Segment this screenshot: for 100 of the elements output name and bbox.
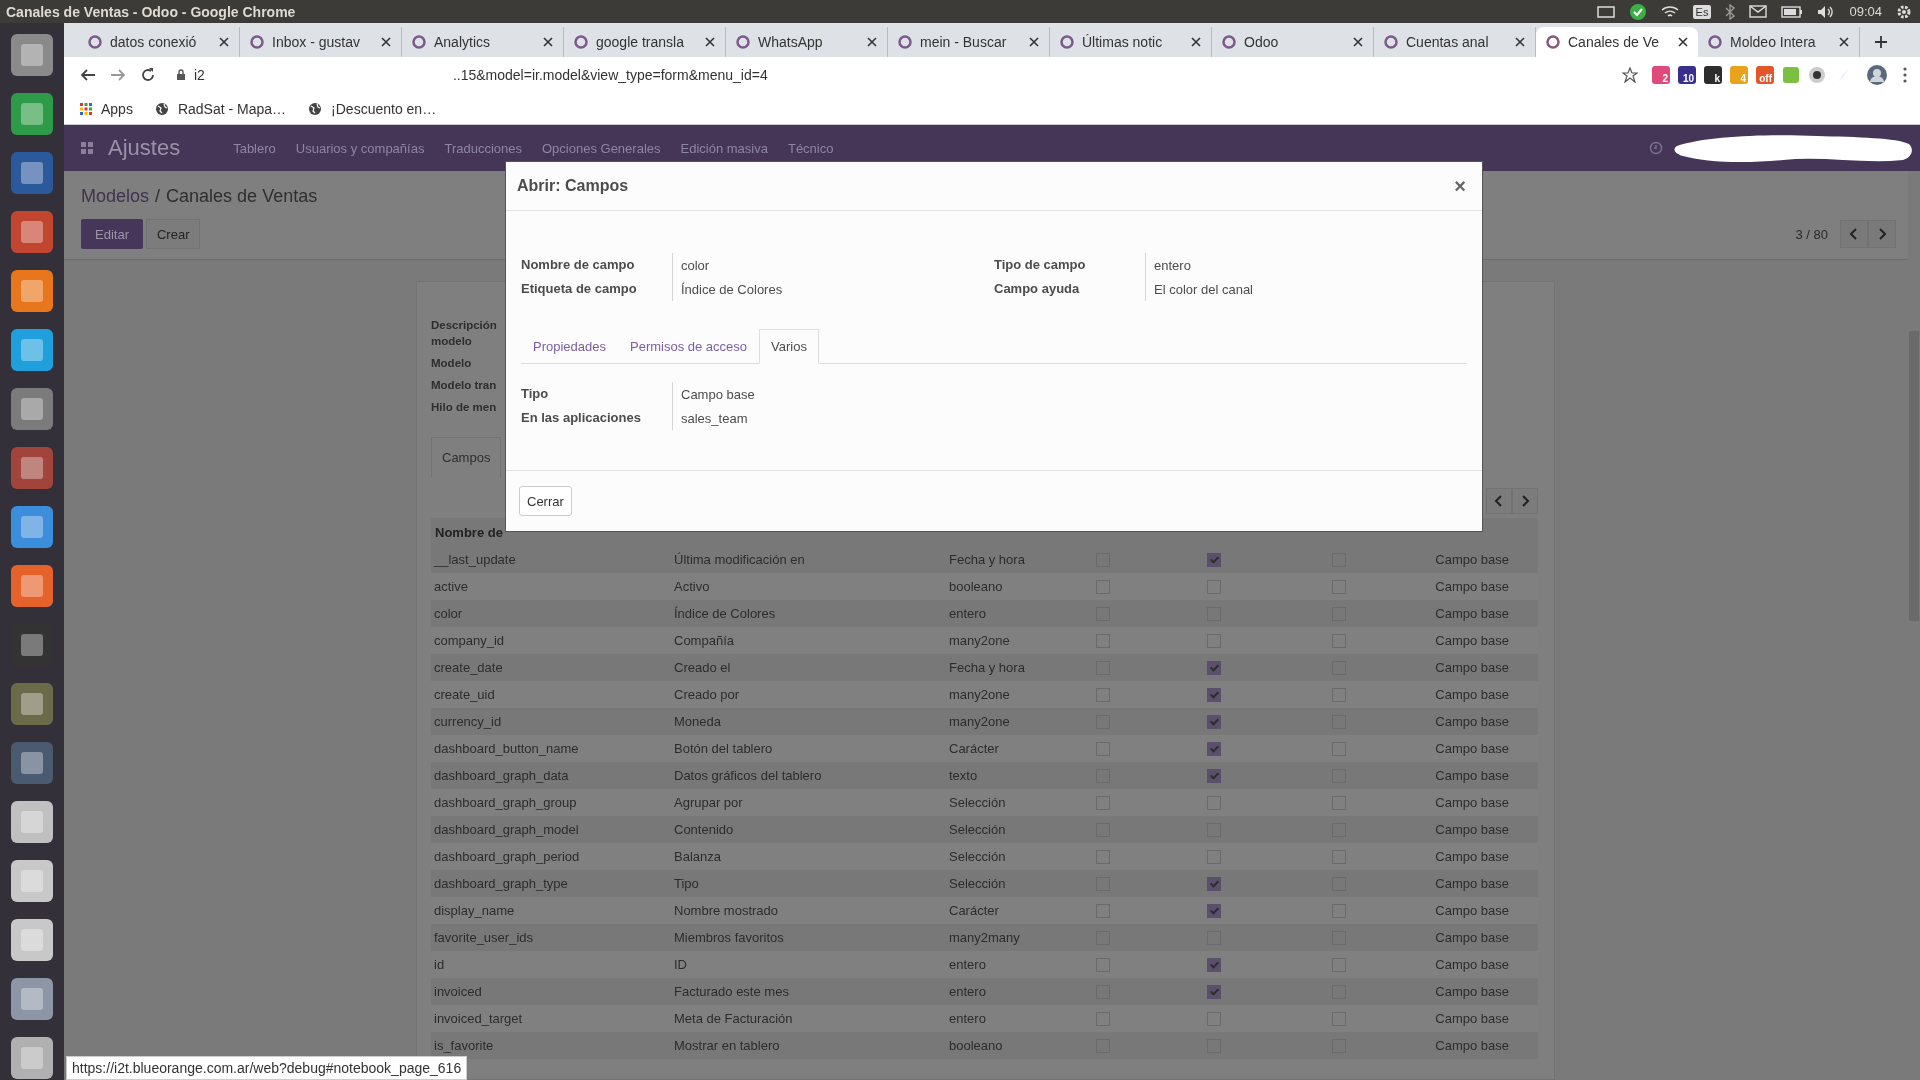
app-icon[interactable] [10, 800, 54, 844]
bookmark-link[interactable]: RadSat - Mapa… [154, 100, 287, 117]
close-icon[interactable] [543, 37, 553, 47]
next-record-button[interactable] [1868, 220, 1896, 248]
app-icon[interactable] [10, 918, 54, 962]
bluetooth-icon[interactable] [1725, 3, 1736, 20]
table-cell-text: Campo base [1434, 876, 1510, 891]
wifi-icon[interactable] [1660, 4, 1679, 19]
table-cell-text: entero [948, 1011, 987, 1026]
close-icon[interactable] [1353, 37, 1363, 47]
app-icon[interactable] [10, 682, 54, 726]
table-cell-text: Campo base [1434, 930, 1510, 945]
app-icon[interactable] [10, 977, 54, 1021]
checkbox[interactable] [1207, 876, 1221, 891]
new-tab-icon[interactable] [1874, 35, 1888, 49]
close-icon[interactable] [705, 37, 715, 47]
table-cell-text: dashboard_graph_period [433, 849, 581, 864]
app-icon[interactable] [10, 446, 54, 490]
close-icon[interactable] [1515, 37, 1525, 47]
table-cell-text: Campo base [1434, 579, 1510, 594]
close-icon[interactable] [219, 37, 229, 47]
table-cell-text: Moneda [673, 714, 722, 729]
tab-title: Moldeo Intera [1730, 34, 1817, 50]
extension-button[interactable]: 10 [1678, 66, 1696, 84]
edit-button[interactable]: Editar [81, 219, 143, 249]
table-cell-text: ID [673, 957, 688, 972]
field-value: Índice de Colores [680, 281, 783, 297]
battery-icon[interactable] [1781, 5, 1804, 18]
check-circle-icon[interactable] [1628, 2, 1647, 21]
extension-button[interactable]: off [1756, 66, 1774, 84]
scrollbar[interactable] [1908, 171, 1920, 1080]
forward-arrow-icon[interactable] [110, 67, 126, 83]
extension-button[interactable]: 2 [1652, 66, 1670, 84]
next-page-button[interactable] [1512, 488, 1538, 514]
bookmark-link[interactable]: ¡Descuento en… [308, 100, 437, 117]
field-label: Nombre de campo [521, 253, 673, 277]
dialog-tab[interactable]: Propiedades [521, 329, 618, 364]
app-icon[interactable] [10, 269, 54, 313]
keyboard-layout-indicator[interactable]: Es [1692, 4, 1712, 19]
table-cell-text: Tipo [673, 876, 700, 891]
extension-icon[interactable] [1808, 66, 1826, 84]
app-icon[interactable] [10, 505, 54, 549]
volume-icon[interactable] [1817, 4, 1836, 19]
checkbox[interactable] [1207, 687, 1221, 702]
table-cell-text: Campo base [1434, 1038, 1510, 1053]
close-icon[interactable] [381, 37, 391, 47]
close-button[interactable]: × [1452, 174, 1468, 198]
table-cell-text: is_favorite [433, 1038, 495, 1053]
app-icon[interactable] [10, 1036, 54, 1080]
breadcrumb-current: Canales de Ventas [166, 185, 318, 207]
checkbox[interactable] [1207, 552, 1221, 567]
browser-tab[interactable]: Canales de Ve [1536, 27, 1698, 57]
dialog-tab[interactable]: Varios [759, 329, 819, 364]
table-cell-text: Índice de Colores [673, 606, 777, 621]
checkbox[interactable] [1207, 714, 1221, 729]
checkbox[interactable] [1207, 957, 1221, 972]
bookmark-link[interactable]: Apps [80, 100, 133, 117]
mail-icon[interactable] [1749, 5, 1768, 18]
close-icon[interactable] [867, 37, 877, 47]
app-icon[interactable] [10, 741, 54, 785]
field-label: Campo ayuda [994, 277, 1146, 301]
dialog-tab[interactable]: Permisos de acceso [618, 329, 760, 364]
checkbox[interactable] [1207, 903, 1221, 918]
app-icon[interactable] [10, 328, 54, 372]
extension-button[interactable]: k [1704, 66, 1722, 84]
close-icon[interactable] [1191, 37, 1201, 47]
checkbox[interactable] [1207, 768, 1221, 783]
previous-record-button[interactable] [1840, 220, 1868, 248]
previous-page-button[interactable] [1486, 488, 1512, 514]
column-header[interactable]: Nombre de [435, 524, 503, 540]
address-bar[interactable]: i2 ..15&model=ir.model&view_type=form&menu_id=4 [170, 61, 1608, 89]
checkbox[interactable] [1207, 660, 1221, 675]
close-icon[interactable] [1839, 37, 1849, 47]
checkbox[interactable] [1207, 741, 1221, 756]
profile-avatar-icon[interactable] [1866, 64, 1888, 86]
app-icon[interactable] [10, 564, 54, 608]
clock[interactable]: 09:04 [1849, 4, 1882, 19]
tab-title: WhatsApp [758, 34, 824, 50]
display-icon[interactable] [1596, 5, 1615, 18]
reload-icon[interactable] [140, 67, 156, 83]
app-icon[interactable] [10, 33, 54, 77]
close-dialog-button[interactable]: Cerrar [519, 486, 572, 516]
star-icon[interactable] [1622, 67, 1638, 83]
close-icon[interactable] [1029, 37, 1039, 47]
apps-grid-icon[interactable] [81, 142, 93, 154]
app-icon[interactable] [10, 387, 54, 431]
clock-icon[interactable] [1649, 141, 1663, 155]
favicon-icon [88, 35, 102, 49]
checkbox[interactable] [1207, 984, 1221, 999]
close-icon[interactable] [1678, 37, 1688, 47]
notebook-tab[interactable]: Campos [431, 437, 502, 478]
settings-icon[interactable] [1896, 3, 1912, 20]
create-button[interactable]: Crear [145, 219, 201, 249]
app-icon[interactable] [10, 151, 54, 195]
back-arrow-icon[interactable] [80, 67, 96, 83]
table-cell-text: Activo [673, 579, 711, 594]
app-icon[interactable] [10, 92, 54, 136]
menu-dots-icon[interactable] [1902, 67, 1908, 83]
app-icon[interactable] [10, 210, 54, 254]
app-icon[interactable] [10, 859, 54, 903]
